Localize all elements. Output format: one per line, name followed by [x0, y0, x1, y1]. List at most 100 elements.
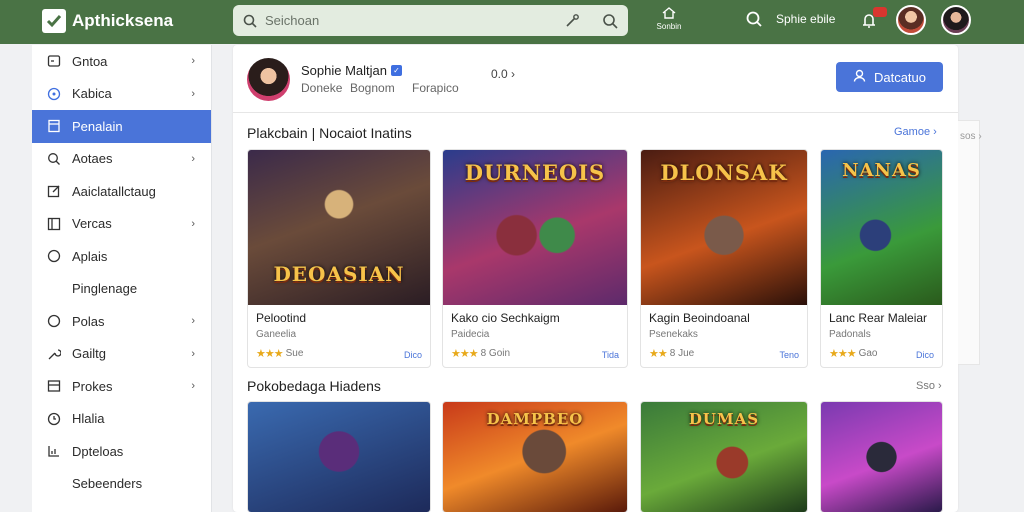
- game-cover-image: NANAS: [821, 150, 942, 305]
- main-panel: Sophie Maltjan ✓ Doneke Bognom Forapico …: [233, 45, 958, 512]
- star-rating-icon: ★★: [649, 348, 668, 360]
- sidebar-item-label: Aplais: [72, 248, 108, 264]
- search-icon: [46, 151, 62, 167]
- profile-count-value: 0.0: [491, 67, 508, 81]
- bell-icon: [858, 14, 880, 35]
- chart-icon: [46, 443, 62, 459]
- game-card[interactable]: DLONSAK Kagin Beoindoanal Psenekaks ★★ 8 Jue…: [640, 149, 808, 368]
- home-label: Sonbin: [656, 22, 682, 31]
- game-rating-text: Sue: [285, 348, 304, 359]
- edit-icon: [46, 183, 62, 199]
- home-icon: [661, 6, 677, 22]
- sidebar-item[interactable]: Aaiclatallctaug: [32, 175, 211, 208]
- profile-count: 0.0 ›: [491, 67, 516, 81]
- game-rating-text: 8 Jue: [669, 348, 695, 359]
- sidebar-item[interactable]: Polas ›: [32, 305, 211, 338]
- profile-avatar[interactable]: [247, 58, 290, 101]
- sidebar-item[interactable]: Gailtg ›: [32, 338, 211, 371]
- game-card[interactable]: [820, 401, 943, 512]
- game-cover-title: DUMAS: [688, 410, 760, 428]
- game-card-info: Kagin Beoindoanal Psenekaks ★★ 8 Jue Teno: [641, 305, 807, 367]
- chevron-right-icon: ›: [191, 87, 195, 100]
- sidebar-item[interactable]: Aotaes ›: [32, 143, 211, 176]
- chevron-right-icon: ›: [191, 347, 195, 360]
- star-rating-icon: ★★★: [256, 348, 284, 360]
- sidebar-item[interactable]: Kabica ›: [32, 78, 211, 111]
- game-card-info: Pelootind Ganeelia ★★★ Sue Dico: [248, 305, 430, 367]
- game-price[interactable]: Tida: [602, 350, 619, 360]
- profile-header: Sophie Maltjan ✓ Doneke Bognom Forapico …: [233, 45, 958, 113]
- game-price[interactable]: Dico: [916, 350, 934, 360]
- game-cover-image: [248, 402, 430, 512]
- user-label[interactable]: Sphie ebile: [776, 12, 835, 26]
- game-subtitle: Padonals: [829, 329, 871, 340]
- game-card[interactable]: DUMAS: [640, 401, 808, 512]
- game-card[interactable]: DEOASIAN Pelootind Ganeelia ★★★ Sue Dico: [247, 149, 431, 368]
- top-bar: Apthicksena Sonbin Sphie ebile: [0, 0, 1024, 44]
- sidebar-item-label: Sebeenders: [72, 476, 143, 492]
- game-price[interactable]: Teno: [779, 350, 799, 360]
- game-cover-image: DEOASIAN: [248, 150, 430, 305]
- profile-name-text: Sophie Maltjan: [301, 63, 387, 78]
- game-title: Kagin Beoindoanal: [649, 311, 750, 325]
- top-search-icon[interactable]: [745, 10, 763, 28]
- search-input[interactable]: [265, 13, 556, 28]
- sidebar-item[interactable]: Hlalia: [32, 403, 211, 436]
- section-title: Plakcbain | Nocaiot Inatins: [247, 125, 412, 141]
- game-rating: ★★ 8 Jue: [649, 347, 694, 360]
- book-icon: [46, 118, 62, 134]
- notification-badge: [873, 7, 887, 17]
- game-card[interactable]: NANAS Lanc Rear Maleiar Padonals ★★★ Gao Dico: [820, 149, 943, 368]
- sidebar-item-label: Aaiclatallctaug: [72, 183, 156, 199]
- chevron-right-icon: ›: [191, 55, 195, 67]
- notification-button[interactable]: [858, 7, 887, 35]
- side-panel-link[interactable]: sos ›: [960, 131, 982, 142]
- wrench-icon: [46, 346, 62, 362]
- list-icon: [46, 216, 62, 232]
- sidebar-item[interactable]: Pinglenage: [32, 273, 211, 306]
- microphone-icon[interactable]: [564, 13, 580, 29]
- profile-meta-item[interactable]: Forapico: [412, 81, 459, 95]
- game-card[interactable]: [247, 401, 431, 512]
- game-cover-image: DAMPBEO: [443, 402, 627, 512]
- user-avatar[interactable]: [941, 5, 971, 35]
- section-link[interactable]: Gamoe ›: [894, 126, 937, 138]
- profile-action-button[interactable]: Datcatuo: [836, 62, 943, 92]
- sidebar-item[interactable]: Gntoa ›: [32, 45, 211, 78]
- profile-meta-item[interactable]: Doneke: [301, 81, 342, 95]
- section-link-label: Gamoe: [894, 126, 931, 138]
- sidebar-item[interactable]: Aplais: [32, 240, 211, 273]
- sidebar-item-label: Aotaes: [72, 151, 113, 167]
- profile-name[interactable]: Sophie Maltjan ✓: [301, 63, 402, 78]
- sidebar-item[interactable]: Sebeenders: [32, 468, 211, 501]
- search-submit-icon[interactable]: [602, 13, 618, 29]
- game-card-info: Lanc Rear Maleiar Padonals ★★★ Gao Dico: [821, 305, 942, 367]
- side-panel: [958, 120, 980, 365]
- game-card[interactable]: DURNEOIS Kako cio Sechkaigm Paidecia ★★★ 8 G…: [442, 149, 628, 368]
- sidebar-item[interactable]: Vercas ›: [32, 208, 211, 241]
- gamepad-icon: [46, 53, 62, 69]
- game-subtitle: Psenekaks: [649, 329, 698, 340]
- home-button[interactable]: Sonbin: [650, 6, 688, 38]
- game-price[interactable]: Dico: [404, 350, 422, 360]
- sidebar-item[interactable]: Prokes ›: [32, 370, 211, 403]
- game-rating: ★★★ Gao: [829, 347, 878, 360]
- game-cover-title: DLONSAK: [660, 160, 788, 185]
- section-link[interactable]: Sso ›: [916, 380, 942, 392]
- game-title: Lanc Rear Maleiar: [829, 311, 928, 325]
- sidebar-item[interactable]: Penalain: [32, 110, 211, 143]
- sidebar-item[interactable]: Dpteloas: [32, 435, 211, 468]
- star-rating-icon: ★★★: [451, 348, 479, 360]
- star-rating-icon: ★★★: [829, 348, 857, 360]
- blank-icon: [46, 281, 62, 297]
- game-cover-image: DUMAS: [641, 402, 807, 512]
- profile-meta-item[interactable]: Bognom: [350, 81, 395, 95]
- search-bar[interactable]: [233, 5, 628, 36]
- app-title: Apthicksena: [72, 11, 174, 30]
- app-brand[interactable]: Apthicksena: [42, 9, 173, 33]
- sidebar-item-label: Kabica: [72, 86, 112, 102]
- sidebar-item-label: Gntoa: [72, 53, 108, 69]
- game-card[interactable]: DAMPBEO: [442, 401, 628, 512]
- section-link-label: Sso: [916, 380, 935, 392]
- avatar[interactable]: [896, 5, 926, 35]
